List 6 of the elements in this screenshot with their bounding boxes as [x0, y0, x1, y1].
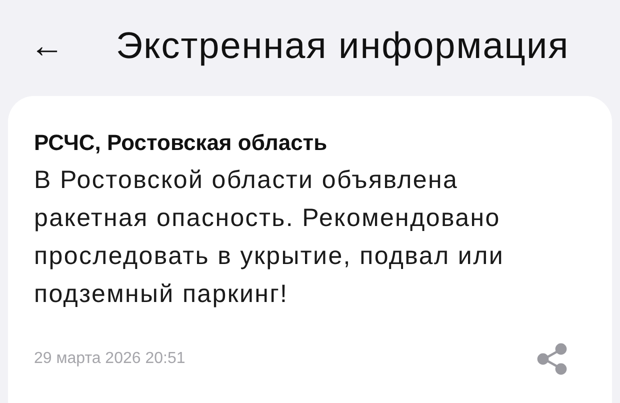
page-title: Экстренная информация — [116, 24, 570, 68]
back-button[interactable]: ← — [30, 29, 64, 63]
message-sender: РСЧС, Ростовская область — [34, 129, 328, 157]
message-text: В Ростовской области объявлена ракетная опасность. Рекомендовано проследовать в укрытие, подвал или подземный паркинг! — [34, 165, 506, 310]
share-icon[interactable] — [536, 343, 568, 375]
message-date: 29 марта 2026 20:51 — [34, 349, 186, 369]
